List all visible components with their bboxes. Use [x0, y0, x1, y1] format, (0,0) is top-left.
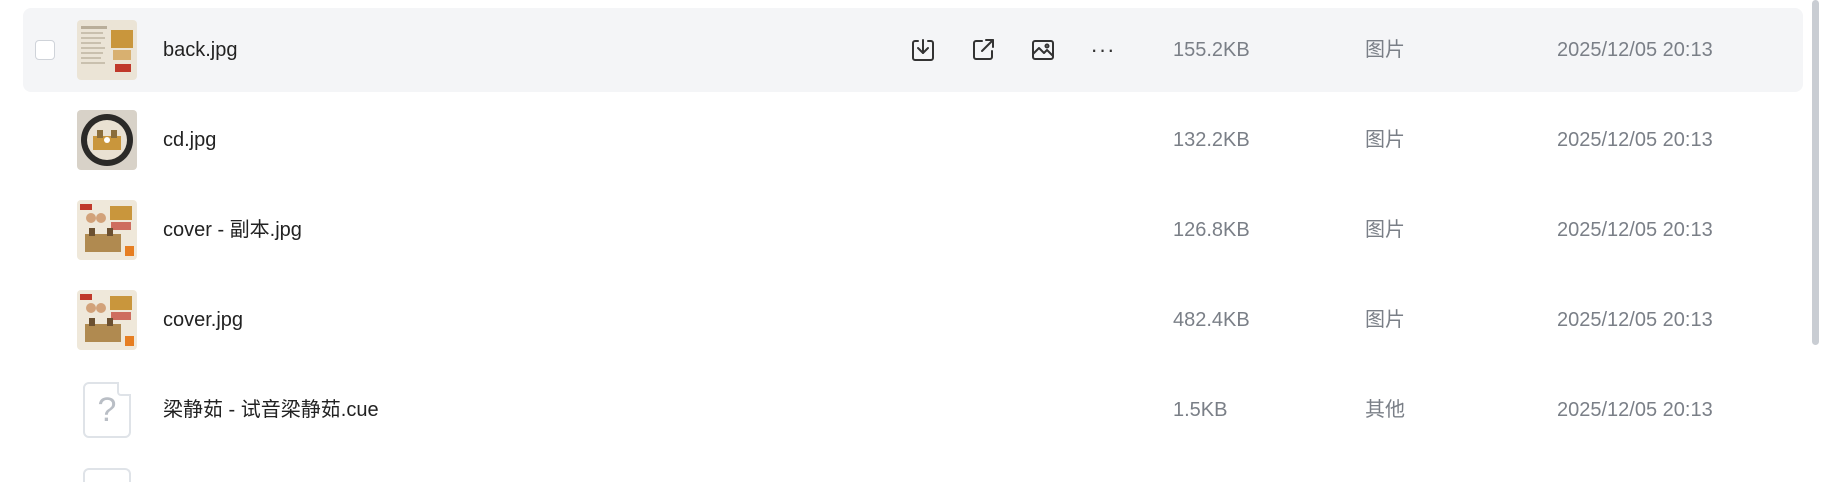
- file-type: 图片: [1365, 129, 1405, 151]
- album-cover-thumbnail: [77, 290, 137, 350]
- file-size: 126.8KB: [1173, 219, 1250, 241]
- file-date: 2025/12/05 20:13: [1557, 39, 1713, 61]
- file-name[interactable]: back.jpg: [163, 8, 238, 92]
- file-name[interactable]: 梁静茹 - 试音梁静茹.cue: [163, 368, 379, 452]
- download-icon[interactable]: [903, 30, 943, 70]
- file-date: 2025/12/05 20:13: [1557, 129, 1713, 151]
- file-date: 2025/12/05 20:13: [1557, 309, 1713, 331]
- file-size: 132.2KB: [1173, 129, 1250, 151]
- row-checkbox[interactable]: [35, 40, 55, 60]
- row-actions: ···: [903, 30, 1123, 70]
- file-date: 2025/12/05 20:13: [1557, 219, 1713, 241]
- file-size: 482.4KB: [1173, 309, 1250, 331]
- image-preview-icon[interactable]: [1023, 30, 1063, 70]
- file-row[interactable]: cd.jpg 132.2KB 图片 2025/12/05 20:13: [23, 98, 1803, 182]
- file-row[interactable]: cover - 副本.jpg 126.8KB 图片 2025/12/05 20:…: [23, 188, 1803, 272]
- file-row[interactable]: cover.jpg 482.4KB 图片 2025/12/05 20:13: [23, 278, 1803, 362]
- share-icon[interactable]: [963, 30, 1003, 70]
- file-size: 155.2KB: [1173, 39, 1250, 61]
- file-list: back.jpg ··· 155.2KB 图片 2025/12/05 20:13…: [0, 0, 1823, 482]
- file-type: 图片: [1365, 219, 1405, 241]
- album-back-thumbnail: [77, 20, 137, 80]
- file-type: 图片: [1365, 309, 1405, 331]
- file-size: 1.5KB: [1173, 399, 1228, 421]
- file-row[interactable]: ? 梁静茹 - 试音梁静茹.cue 1.5KB 其他 2025/12/05 20…: [23, 368, 1803, 452]
- file-type: 其他: [1365, 399, 1405, 421]
- unknown-file-icon: ?: [83, 382, 131, 438]
- file-name[interactable]: cd.jpg: [163, 98, 216, 182]
- album-cover-thumbnail: [77, 200, 137, 260]
- cd-disc-thumbnail: [77, 110, 137, 170]
- file-date: 2025/12/05 20:13: [1557, 399, 1713, 421]
- file-name[interactable]: cover.jpg: [163, 278, 243, 362]
- more-icon[interactable]: ···: [1083, 30, 1123, 70]
- file-type: 图片: [1365, 39, 1405, 61]
- file-row[interactable]: back.jpg ··· 155.2KB 图片 2025/12/05 20:13: [23, 8, 1803, 92]
- file-name[interactable]: cover - 副本.jpg: [163, 188, 302, 272]
- scrollbar[interactable]: [1812, 0, 1819, 345]
